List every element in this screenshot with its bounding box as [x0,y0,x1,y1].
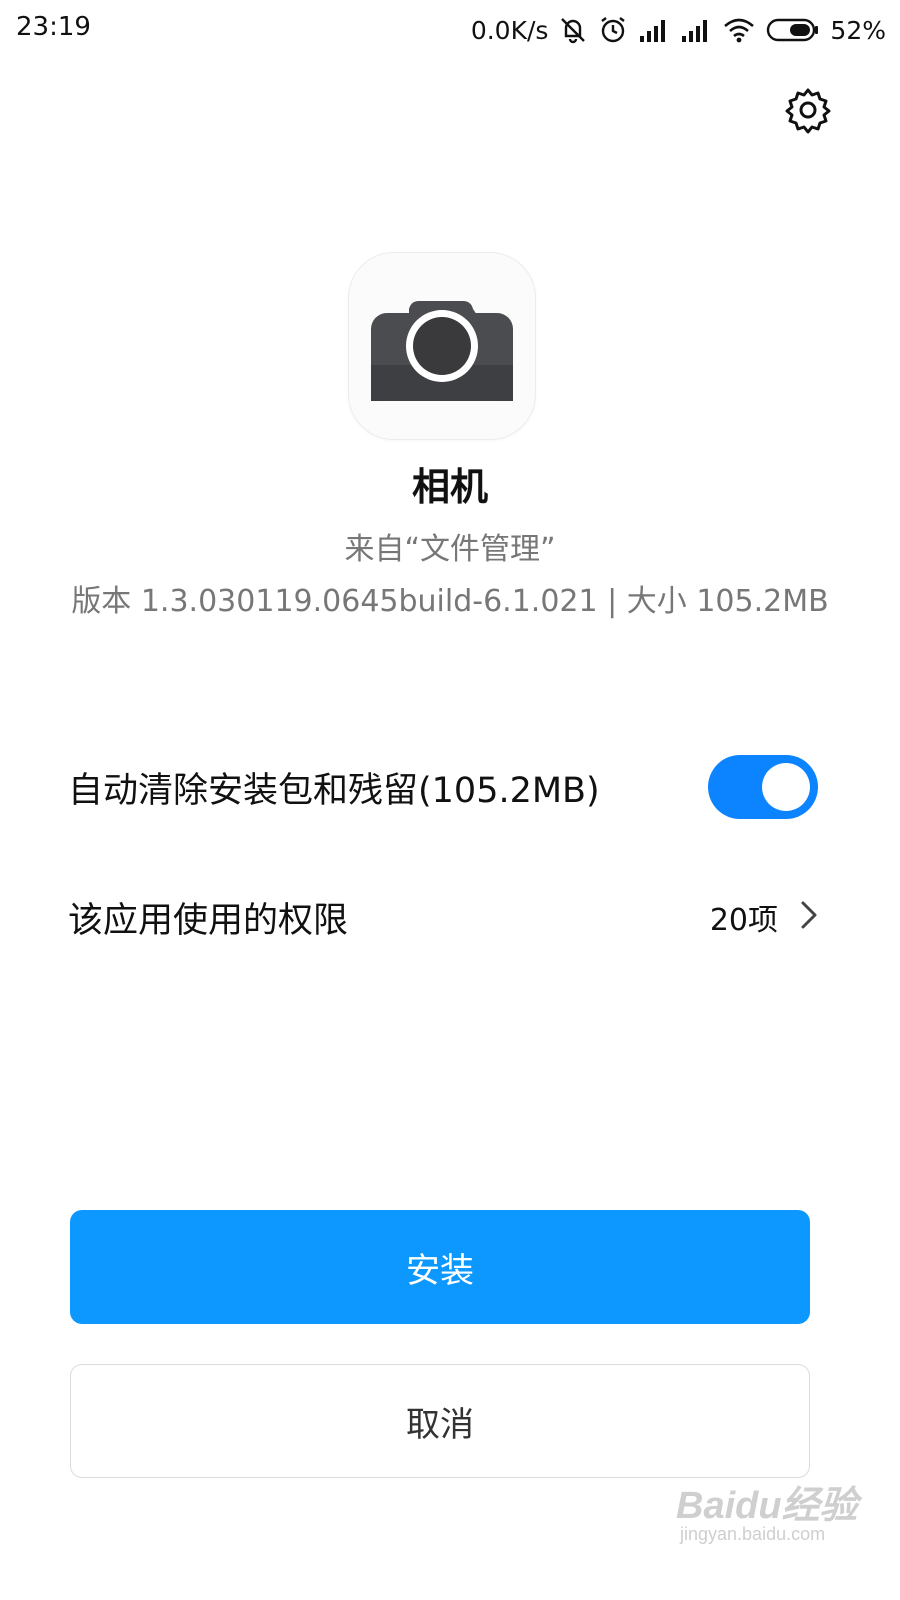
watermark-brand: Baidu经验 [676,1485,858,1527]
app-source: 来自“文件管理” [344,532,556,567]
toggle-knob [762,763,810,811]
app-icon [348,252,536,440]
chevron-right-icon [800,900,818,934]
install-button[interactable]: 安装 [70,1210,810,1324]
app-name: 相机 [411,465,488,509]
status-bar: 23:19 0.0K/s 52% [0,0,900,60]
cancel-button[interactable]: 取消 [70,1364,810,1478]
alarm-icon [598,15,628,45]
install-screen: 23:19 0.0K/s 52% 相机 来自“文件管理” 版本 1.3.0301… [0,0,900,1600]
status-time: 23:19 [16,12,91,42]
network-speed: 0.0K/s [470,15,549,45]
wifi-icon [722,16,756,44]
mute-bell-icon [558,15,588,45]
auto-clean-row[interactable]: 自动清除安装包和残留(105.2MB) [68,752,818,822]
app-version-size: 版本 1.3.030119.0645build-6.1.021 | 大小 105… [71,584,829,619]
signal-icon [680,16,712,44]
permissions-label: 该应用使用的权限 [68,900,349,941]
permissions-count: 20项 [709,903,778,938]
auto-clean-label: 自动清除安装包和残留(105.2MB) [68,770,600,811]
watermark-url: jingyan.baidu.com [680,1524,826,1544]
gear-icon[interactable] [784,86,832,134]
permissions-detail[interactable]: 20项 [710,895,818,939]
camera-icon [371,301,513,401]
signal-icon [638,16,670,44]
baidu-watermark: Baidu经验 jingyan.baidu.com [676,1474,876,1554]
auto-clean-toggle[interactable] [708,755,818,819]
battery-percent: 52% [830,15,886,45]
status-icons: 0.0K/s 52% [471,10,886,50]
battery-icon [766,16,820,44]
permissions-row[interactable]: 该应用使用的权限 20项 [68,882,818,952]
